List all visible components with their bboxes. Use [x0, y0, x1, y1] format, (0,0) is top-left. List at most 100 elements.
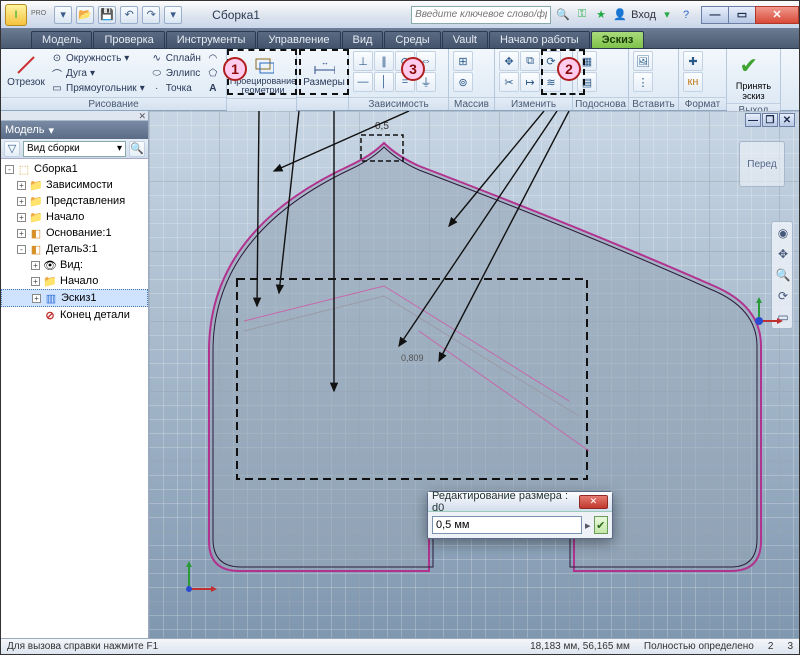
line-button[interactable]: Отрезок	[5, 51, 47, 91]
browser-search-icon[interactable]: 🔍	[129, 141, 145, 157]
search-input[interactable]	[411, 6, 551, 24]
project-geometry-button[interactable]: Проецирование геометрии	[231, 51, 295, 98]
tree-origin[interactable]: Начало	[46, 211, 84, 223]
circle-button[interactable]: ⊙Окружность▾	[49, 51, 147, 65]
panel-label-draw[interactable]: Рисование	[1, 97, 226, 110]
tab-environments[interactable]: Среды	[384, 31, 440, 48]
browser-close-icon[interactable]: ✕	[138, 111, 146, 120]
modify-move-icon[interactable]: ✥	[499, 51, 519, 71]
layout-icon-1[interactable]: ▦	[577, 51, 597, 71]
qat-new-icon[interactable]: ▾	[54, 6, 72, 24]
spline-button[interactable]: ∿Сплайн	[149, 51, 203, 65]
dimension-button[interactable]: ↔ Размеры	[301, 51, 347, 91]
maximize-button[interactable]: ▭	[728, 6, 756, 24]
qat-more-icon[interactable]: ▾	[164, 6, 182, 24]
tree-base[interactable]: Основание:1	[46, 227, 112, 239]
qat-redo-icon[interactable]: ↷	[142, 6, 160, 24]
format-centerline-icon[interactable]: кн	[683, 72, 703, 92]
tab-getstarted[interactable]: Начало работы	[489, 31, 590, 48]
modify-trim-icon[interactable]: ✂	[499, 72, 519, 92]
panel-label-format[interactable]: Формат	[679, 97, 726, 110]
tab-tools[interactable]: Инструменты	[166, 31, 257, 48]
constraint-equal-icon[interactable]: =	[395, 72, 415, 92]
pattern-rect-icon[interactable]: ⊞	[453, 51, 473, 71]
status-help: Для вызова справки нажмите F1	[7, 641, 158, 652]
arc-button[interactable]: ⌒Дуга▾	[49, 66, 147, 80]
fillet-button[interactable]: ◠	[205, 51, 221, 65]
constraint-parallel-icon[interactable]: ∥	[374, 51, 394, 71]
modify-rotate-icon[interactable]: ⟳	[541, 51, 561, 71]
dialog-close-button[interactable]: ✕	[579, 495, 608, 509]
ribbon-tabs: Модель Проверка Инструменты Управление В…	[1, 29, 799, 49]
dimension-accept-button[interactable]: ✔	[594, 516, 608, 534]
tree-view[interactable]: Вид:	[60, 259, 83, 271]
pattern-circ-icon[interactable]: ⊚	[453, 72, 473, 92]
modify-offset-icon[interactable]: ≋	[541, 72, 561, 92]
close-button[interactable]: ✕	[755, 6, 799, 24]
ellipse-button[interactable]: ⬭Эллипс	[149, 66, 203, 80]
qat-open-icon[interactable]: 📂	[76, 6, 94, 24]
format-construction-icon[interactable]: ✚	[683, 51, 703, 71]
modify-copy-icon[interactable]: ⧉	[520, 51, 540, 71]
panel-label-modify[interactable]: Изменить	[495, 97, 572, 110]
tab-sketch[interactable]: Эскиз	[591, 31, 645, 48]
point-button[interactable]: ·Точка	[149, 81, 203, 95]
ribbon: Отрезок ⊙Окружность▾ ⌒Дуга▾ ▭Прямоугольн…	[1, 49, 799, 111]
modify-extend-icon[interactable]: ↦	[520, 72, 540, 92]
user-icon[interactable]: 👤	[612, 7, 628, 23]
star-icon[interactable]: ★	[593, 7, 609, 23]
browser-dropdown-icon[interactable]: ▾	[48, 124, 54, 137]
panel-label-insert[interactable]: Вставить	[629, 97, 678, 110]
help-icon[interactable]: ?	[678, 7, 694, 23]
tree-deps[interactable]: Зависимости	[46, 179, 113, 191]
login-dropdown-icon[interactable]: ▾	[659, 7, 675, 23]
qat-undo-icon[interactable]: ↶	[120, 6, 138, 24]
tree-sketch[interactable]: Эскиз1	[61, 292, 97, 304]
layout-icon-2[interactable]: ▤	[577, 72, 597, 92]
qat-save-icon[interactable]: 💾	[98, 6, 116, 24]
tab-vault[interactable]: Vault	[442, 31, 488, 48]
dimension-dropdown-icon[interactable]: ▸	[585, 519, 591, 532]
insert-image-icon[interactable]: 🖼	[633, 51, 653, 71]
tree-reps[interactable]: Представления	[46, 195, 125, 207]
model-tree[interactable]: -⬚Сборка1 +📁Зависимости +📁Представления …	[1, 159, 148, 638]
constraint-horiz-icon[interactable]: —	[353, 72, 373, 92]
tab-view[interactable]: Вид	[342, 31, 384, 48]
tree-endpart[interactable]: Конец детали	[60, 309, 130, 321]
view-combo[interactable]: Вид сборки▾	[23, 141, 126, 157]
finish-sketch-button[interactable]: ✔ Принять эскиз	[731, 51, 776, 103]
constraint-tangent-icon[interactable]: ⊘	[395, 51, 415, 71]
constraint-coincident-icon[interactable]: ⊥	[353, 51, 373, 71]
model-browser: ✕ Модель ▾ ▽ Вид сборки▾ 🔍 -⬚Сборка1 +📁З…	[1, 111, 149, 638]
line-label: Отрезок	[7, 77, 45, 88]
login-label[interactable]: Вход	[631, 7, 656, 23]
tree-origin2[interactable]: Начало	[60, 275, 98, 287]
panel-label-layout[interactable]: Подоснова	[573, 97, 628, 110]
app-icon[interactable]: I	[5, 4, 27, 26]
panel-label-pattern[interactable]: Массив	[449, 97, 494, 110]
tab-model[interactable]: Модель	[31, 31, 92, 48]
polygon-button[interactable]: ⬠	[205, 66, 221, 80]
tab-manage[interactable]: Управление	[257, 31, 340, 48]
dialog-title: Редактирование размера : d0	[432, 490, 579, 514]
status-n1: 2	[768, 641, 774, 652]
tab-inspect[interactable]: Проверка	[93, 31, 164, 48]
viewport[interactable]: — ❐ ✕ Перед ◉ ✥ 🔍 ⟳ ▭ 0,5 0,809	[149, 111, 799, 638]
status-coords: 18,183 мм, 56,165 мм	[530, 641, 630, 652]
tree-part[interactable]: Деталь3:1	[46, 243, 98, 255]
constraint-symm-icon[interactable]: ⇔	[416, 51, 436, 71]
binoculars-icon[interactable]: 🔍	[555, 7, 571, 23]
dimension-value-input[interactable]	[432, 516, 582, 534]
minimize-button[interactable]: —	[701, 6, 729, 24]
tree-root[interactable]: Сборка1	[34, 163, 78, 175]
filter-icon[interactable]: ▽	[4, 141, 20, 157]
checkmark-icon: ✔	[740, 53, 768, 81]
insert-points-icon[interactable]: ⋮	[633, 72, 653, 92]
rectangle-button[interactable]: ▭Прямоугольник▾	[49, 81, 147, 95]
key-icon[interactable]: ⚿	[574, 7, 590, 23]
panel-label-constraint[interactable]: Зависимость	[349, 97, 448, 110]
constraint-fix-icon[interactable]: ⏚	[416, 72, 436, 92]
text-button[interactable]: A	[205, 81, 221, 95]
status-state: Полностью определено	[644, 641, 754, 652]
constraint-vert-icon[interactable]: │	[374, 72, 394, 92]
